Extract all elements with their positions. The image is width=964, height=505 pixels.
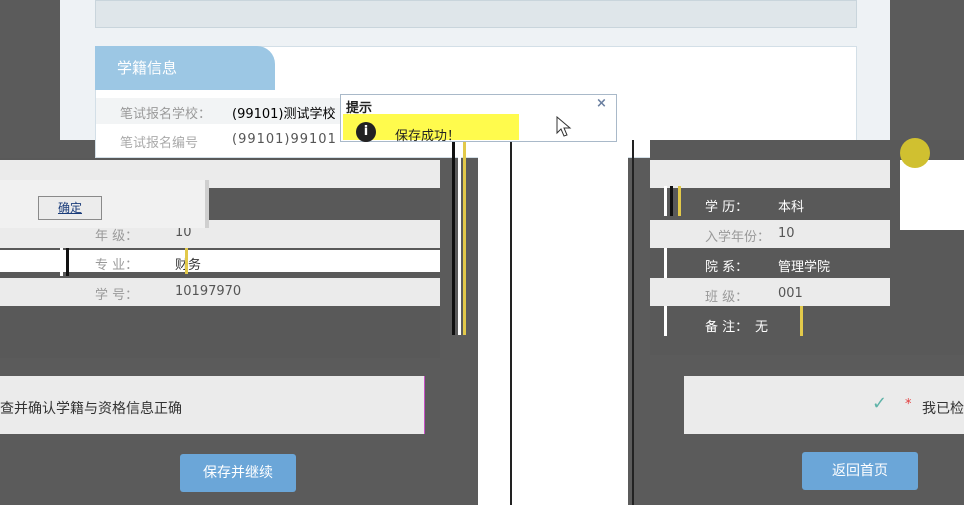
back-home-button[interactable]: 返回首页 — [802, 452, 918, 490]
dept-value: 管理学院 — [778, 260, 831, 275]
class-value: 001 — [778, 286, 803, 301]
level-value: 本科 — [778, 200, 805, 215]
glitch-line — [632, 140, 634, 505]
form-row — [650, 278, 890, 306]
status-icon — [900, 138, 930, 168]
required-mark: * — [905, 397, 912, 412]
glitch-bar — [66, 248, 69, 276]
major-label: 专 业： — [95, 258, 139, 273]
school-value: (99101)测试学校 — [232, 107, 336, 122]
render-glitch-strip — [478, 140, 628, 505]
prompt-message: 保存成功！ — [395, 129, 461, 144]
check-icon: ✓ — [872, 393, 888, 414]
glitch-bar — [670, 186, 673, 216]
close-icon[interactable]: × — [596, 96, 607, 111]
level-label: 学 历： — [705, 200, 749, 215]
render-glitch-block — [900, 160, 964, 230]
cursor-icon — [556, 116, 572, 137]
dept-label: 院 系： — [705, 260, 749, 275]
glitch-bar — [664, 306, 667, 336]
glitch-bar — [678, 186, 681, 216]
info-icon: i — [356, 122, 376, 142]
class-label: 班 级： — [705, 290, 749, 305]
student-no-label: 学 号： — [95, 288, 139, 303]
glitch-bar — [452, 140, 455, 335]
note-value: 无 — [755, 320, 769, 335]
glitch-bar — [800, 306, 803, 336]
ticket-label: 笔试报名编号 — [120, 136, 199, 151]
glitch-line — [510, 140, 512, 505]
top-card — [95, 0, 857, 28]
glitch-bar — [664, 186, 667, 216]
ticket-value: (99101)99101 — [232, 132, 337, 147]
confirm-check-text-right: 我已检 — [922, 401, 964, 417]
confirm-check-text: 查并确认学籍与资格信息正确 — [0, 401, 182, 417]
glitch-bar — [463, 140, 466, 335]
confirm-dialog — [0, 180, 209, 228]
glitch-bar — [458, 140, 461, 335]
year-value: 10 — [778, 226, 795, 241]
student-no-value: 10197970 — [175, 284, 242, 299]
note-label: 备 注： — [705, 320, 749, 335]
major-value: 财务 — [175, 258, 202, 273]
form-row — [650, 160, 890, 188]
info-section-title: 学籍信息 — [95, 46, 275, 90]
confirm-ok-button[interactable]: 确定 — [38, 196, 102, 220]
glitch-bar — [60, 248, 63, 276]
school-label: 笔试报名学校： — [120, 107, 212, 122]
glitch-bar — [185, 248, 188, 274]
year-label: 入学年份： — [705, 230, 771, 245]
save-continue-button[interactable]: 保存并继续 — [180, 454, 296, 492]
glitch-bar — [664, 248, 667, 278]
